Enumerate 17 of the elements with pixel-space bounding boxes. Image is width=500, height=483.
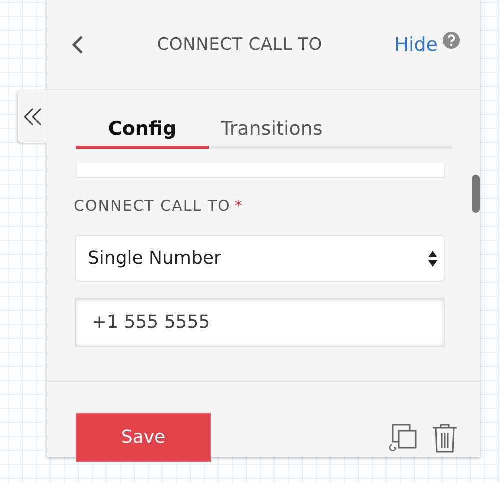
duplicate-icon[interactable] bbox=[388, 422, 418, 452]
type-dropdown[interactable]: Single Number bbox=[75, 235, 445, 282]
up-down-icon bbox=[428, 250, 438, 268]
double-chevron-icon bbox=[24, 106, 42, 126]
input-field[interactable] bbox=[76, 163, 445, 178]
tab[interactable]: Transitions bbox=[209, 112, 335, 149]
field-label: CONNECT CALL TO * bbox=[74, 197, 244, 215]
tab[interactable]: Config bbox=[76, 112, 209, 149]
back-icon[interactable] bbox=[71, 34, 85, 54]
scrollbar-thumb[interactable] bbox=[472, 175, 480, 213]
trash-icon[interactable] bbox=[430, 422, 460, 452]
phone-number-field[interactable]: +1 555 5555 bbox=[75, 298, 445, 347]
save-button[interactable]: Save bbox=[76, 413, 211, 462]
help-icon[interactable] bbox=[443, 32, 460, 49]
collapse-tab[interactable] bbox=[18, 90, 47, 143]
hide-link[interactable]: Hide bbox=[394, 34, 438, 56]
panel-title: CONNECT CALL TO bbox=[156, 34, 324, 54]
